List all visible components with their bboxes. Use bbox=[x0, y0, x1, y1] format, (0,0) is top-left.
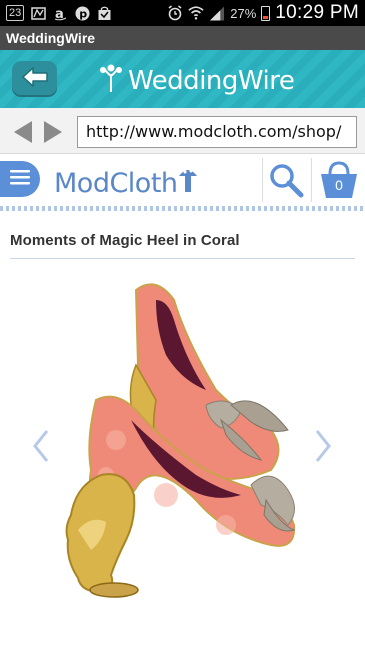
product-image[interactable] bbox=[56, 270, 312, 615]
app-title-bar: WeddingWire bbox=[0, 26, 365, 50]
back-button[interactable] bbox=[12, 61, 57, 97]
search-icon bbox=[268, 164, 306, 202]
modcloth-logo-text: ModCloth bbox=[54, 168, 178, 199]
modcloth-logo[interactable]: ModCloth bbox=[54, 164, 198, 199]
flower-icon bbox=[98, 62, 124, 99]
cart-button[interactable]: 0 bbox=[318, 159, 360, 201]
app-notification-icon bbox=[30, 5, 46, 21]
url-input[interactable]: http://www.modcloth.com/shop/ bbox=[77, 116, 357, 148]
weddingwire-logo: WeddingWire bbox=[98, 62, 295, 99]
modcloth-header: ModCloth 0 bbox=[0, 154, 365, 206]
shopping-bag-icon bbox=[96, 5, 112, 21]
notification-count: 23 bbox=[6, 5, 25, 21]
product-title: Moments of Magic Heel in Coral bbox=[10, 232, 240, 249]
browser-forward-icon[interactable] bbox=[42, 120, 64, 149]
search-button[interactable] bbox=[268, 162, 306, 198]
pinterest-icon: p bbox=[74, 5, 90, 21]
clock: 10:29 PM bbox=[275, 2, 359, 23]
header-divider-strip bbox=[0, 206, 365, 211]
svg-text:p: p bbox=[79, 7, 87, 20]
wifi-icon bbox=[188, 5, 204, 21]
header-divider bbox=[262, 158, 263, 202]
menu-button[interactable] bbox=[0, 161, 40, 197]
status-bar: 23 a p 27% 10:29 PM bbox=[0, 0, 365, 26]
battery-percent: 27% bbox=[230, 5, 257, 21]
next-image-icon[interactable] bbox=[314, 428, 332, 469]
battery-icon bbox=[261, 5, 271, 21]
hamburger-icon bbox=[10, 169, 30, 190]
back-arrow-icon bbox=[21, 66, 49, 93]
weddingwire-logo-text: WeddingWire bbox=[128, 65, 295, 96]
weddingwire-header: WeddingWire bbox=[0, 50, 365, 108]
mushroom-icon bbox=[178, 164, 198, 199]
amazon-icon: a bbox=[52, 5, 68, 21]
alarm-icon bbox=[167, 5, 183, 21]
cart-count: 0 bbox=[335, 177, 343, 193]
signal-icon bbox=[209, 5, 225, 21]
previous-image-icon[interactable] bbox=[32, 428, 50, 469]
header-divider bbox=[311, 158, 312, 202]
browser-back-icon[interactable] bbox=[12, 120, 34, 149]
browser-url-bar: http://www.modcloth.com/shop/ bbox=[0, 108, 365, 154]
title-rule bbox=[10, 258, 355, 259]
